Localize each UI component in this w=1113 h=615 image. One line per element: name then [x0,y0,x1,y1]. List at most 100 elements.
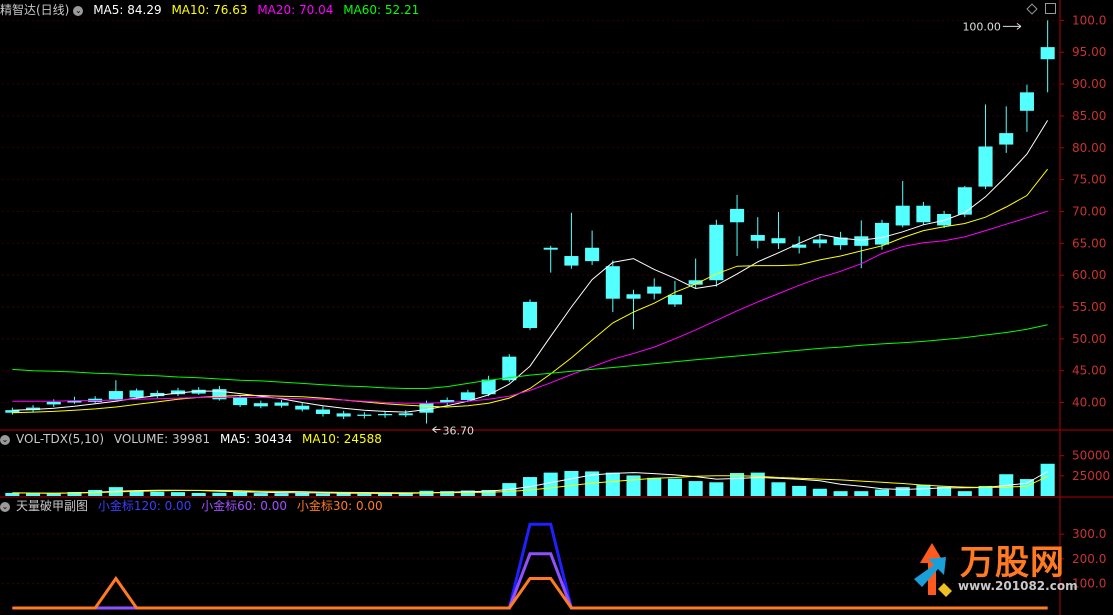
candle [336,410,351,420]
candle [647,278,662,300]
volume-bar [564,471,579,496]
candle [605,260,620,313]
candle [357,412,372,419]
candle [274,399,289,408]
volume-bar [730,473,745,496]
volume-y-axis: 25000 50000 [1060,449,1110,483]
candle-body [978,146,993,187]
volume-bar [895,487,910,496]
candle-body [854,236,869,246]
candle [170,387,186,397]
candle-body [585,247,600,262]
ma5-value: MA5: 84.29 [93,3,162,17]
volume-panel-header: ⌄ VOL-TDX(5,10) VOLUME: 39981 MA5: 30434 … [0,431,388,447]
volume-bar [792,485,807,496]
volume-bar [854,491,869,496]
candle [150,390,165,399]
candle [26,405,41,413]
candle-body [812,239,827,244]
y-tick-label: 100.0 [1072,13,1106,27]
price-annotation: 100.00 [962,20,1022,33]
watermark-url: www.201082.com [958,579,1078,593]
candle [522,299,538,330]
volume-bar [1040,463,1055,496]
candle [481,375,496,397]
volume-bar [295,493,310,496]
candle [564,212,579,269]
candle-body [771,238,786,244]
volume-bar [336,493,351,496]
vol-ma10-value: MA10: 24588 [302,432,382,446]
candle [978,104,993,190]
ma10-value: MA10: 76.63 [171,3,248,17]
candle-body [378,413,393,416]
candle-body [253,403,268,407]
y-tick-label: 70.00 [1072,204,1106,218]
candle [5,407,20,415]
candle [315,406,330,417]
candle-body [295,405,310,410]
settings-icon[interactable]: ⌄ [73,5,84,16]
price-y-axis: 40.00 45.00 50.00 55.00 60.00 65.00 70.00 75.00… [1060,13,1106,410]
volume-bar [212,492,227,496]
candle-body [543,247,558,250]
candle-body [730,208,745,223]
candle-body [750,235,765,241]
volume-bar [1019,479,1034,496]
candle-body [626,294,641,299]
settings-icon[interactable]: ⌄ [0,501,10,512]
candles [5,20,1055,424]
candle [792,236,807,254]
volume-bar [874,489,890,496]
candle-body [1019,92,1034,111]
candle [212,385,227,401]
volume-bar [605,472,620,496]
indicator-name[interactable]: 天量破甲副图 [16,499,88,513]
stock-title[interactable]: 精智达(日线) [0,3,69,17]
settings-icon[interactable]: ⌄ [0,434,10,445]
y-tick-label: 85.00 [1072,109,1106,123]
candle [1019,84,1034,132]
y-tick-label: 65.00 [1072,236,1106,250]
candle [233,394,248,407]
volume-bar [626,475,641,496]
indicator-line-1 [12,522,1048,610]
candle [937,210,952,229]
candle [874,219,890,250]
stock-chart[interactable]: 40.00 45.00 50.00 55.00 60.00 65.00 70.00 75.00… [0,0,1113,615]
volume-bar [357,493,372,496]
volume-bar [26,493,41,496]
candle [295,403,310,412]
y-tick-label: 80.00 [1072,141,1106,155]
vol-indicator-name[interactable]: VOL-TDX(5,10) [16,432,104,446]
y-tick-label: 40.00 [1072,396,1106,410]
volume-bar [150,491,165,496]
candle [46,399,61,407]
volume-bar [170,492,186,496]
candle-body [522,301,538,329]
candle [1040,20,1055,93]
volume-bar [46,493,61,496]
ma60-value: MA60: 52.21 [343,3,420,17]
volume-bar [833,491,848,496]
volume-bar [315,493,330,496]
y-tick-label: 50000 [1072,449,1110,463]
volume-bar [709,482,724,496]
volume-bar [191,492,206,496]
volume-value: VOLUME: 39981 [113,432,211,446]
price-annotation: 36.70 [432,425,474,438]
candle [667,280,682,307]
candle-body [647,286,662,294]
candle [253,400,268,409]
candle-body [398,413,413,416]
volume-bar [543,472,558,496]
y-tick-label: 60.00 [1072,268,1106,282]
panel-toggle-icon[interactable] [1045,3,1056,14]
volume-bar [812,488,827,496]
candle-body [667,294,682,305]
watermark-logo: 万股网 www.201082.com [908,535,1083,601]
candle [419,400,434,424]
arrow-logo-icon [914,543,952,597]
candle-body [336,413,351,417]
annotation-label: 36.70 [442,425,474,438]
